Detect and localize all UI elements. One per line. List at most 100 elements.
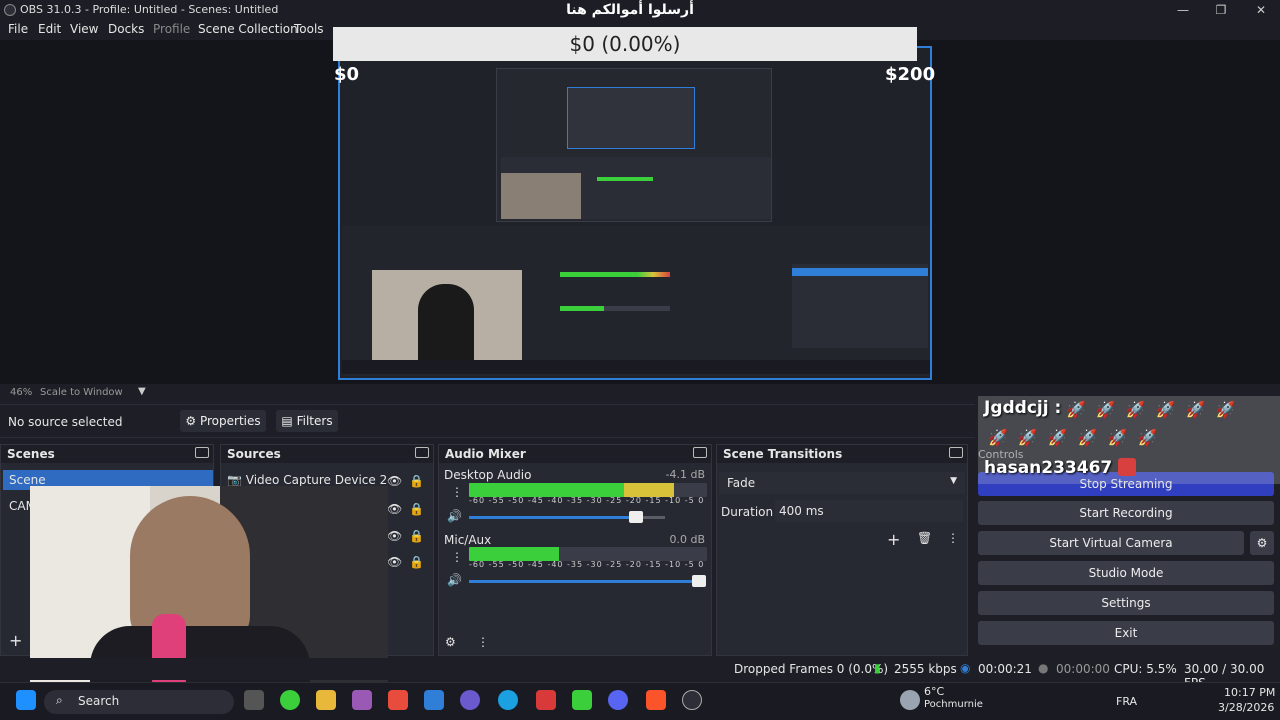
filters-button[interactable]: ▤ Filters <box>276 410 338 432</box>
chevron-down-icon: ▼ <box>950 476 957 486</box>
filter-icon: ▤ <box>281 414 293 428</box>
donation-goal-bar: $0 (0.00%) <box>333 27 917 61</box>
rocket-emojis-icon: 🚀🚀🚀🚀🚀🚀 <box>988 428 1168 447</box>
obs-taskbar-icon[interactable] <box>682 690 702 710</box>
weather-icon <box>900 690 920 710</box>
menu-profile[interactable]: Profile <box>153 22 190 36</box>
clock-date[interactable]: 3/28/2026 <box>1218 701 1274 714</box>
add-scene-button[interactable]: + <box>9 631 22 650</box>
float-dock-icon[interactable] <box>949 447 963 458</box>
angry-emoji-icon <box>1118 458 1136 476</box>
chevron-down-icon[interactable]: ▼ <box>138 386 146 397</box>
taskbar-search[interactable]: ⌕ Search <box>44 690 234 714</box>
mic-volume-handle[interactable] <box>692 575 706 587</box>
speaker-icon[interactable]: 🔊 <box>447 573 462 587</box>
duration-input[interactable]: 400 ms <box>775 500 963 522</box>
windows-taskbar: ⌕ Search 6°C Pochmurnie FRA 10:17 PM 3/2… <box>0 682 1280 720</box>
kebab-menu-icon[interactable]: ⋮ <box>451 485 463 499</box>
windows-start-icon[interactable] <box>16 690 36 710</box>
mic-volume-slider[interactable] <box>469 580 699 583</box>
rocket-emojis-icon: 🚀🚀🚀🚀🚀🚀 <box>1066 400 1246 419</box>
exit-button[interactable]: Exit <box>978 621 1274 645</box>
float-dock-icon[interactable] <box>693 447 707 458</box>
channel-db-desktop: -4.1 dB <box>665 468 706 481</box>
goal-end-label: $200 <box>885 64 936 85</box>
minimize-button[interactable]: — <box>1168 2 1198 18</box>
audio-mixer-header: Audio Mixer <box>439 445 711 463</box>
nested-obs-ui <box>501 157 771 219</box>
program-canvas[interactable] <box>338 46 932 380</box>
menu-file[interactable]: File <box>8 22 28 36</box>
lock-icon[interactable]: 🔒 <box>409 502 424 516</box>
duration-value: 400 ms <box>779 504 824 518</box>
obs-logo-icon <box>4 4 16 16</box>
cpu-usage: CPU: 5.5% <box>1114 662 1177 676</box>
studio-mode-label: Studio Mode <box>1088 566 1164 580</box>
kebab-menu-icon[interactable]: ⋮ <box>451 550 463 564</box>
kebab-menu-icon[interactable]: ⋮ <box>477 635 489 649</box>
menu-edit[interactable]: Edit <box>38 22 61 36</box>
stream-header-text: أرسلوا أموالكم هنا <box>566 2 694 18</box>
record-icon: ● <box>1038 661 1049 675</box>
eye-icon[interactable]: 👁 <box>387 529 402 543</box>
language-indicator[interactable]: FRA <box>1116 695 1137 708</box>
virtual-camera-settings-gear-icon[interactable]: ⚙ <box>1250 531 1274 555</box>
meter-scale: -60 -55 -50 -45 -40 -35 -30 -25 -20 -15 … <box>469 496 705 505</box>
clock-time[interactable]: 10:17 PM <box>1224 686 1275 699</box>
menu-view[interactable]: View <box>70 22 98 36</box>
app-icon-purple[interactable] <box>352 690 372 710</box>
eye-icon[interactable]: 👁 <box>387 502 402 516</box>
brave-icon[interactable] <box>646 690 666 710</box>
menu-tools[interactable]: Tools <box>294 22 324 36</box>
task-view-icon[interactable] <box>244 690 264 710</box>
search-icon: ⌕ <box>56 693 63 707</box>
app-icon-green[interactable] <box>280 690 300 710</box>
transition-select[interactable]: Fade ▼ <box>719 472 965 494</box>
file-explorer-icon[interactable] <box>316 690 336 710</box>
lock-icon[interactable]: 🔒 <box>409 555 424 569</box>
signal-icon: ▮ <box>874 661 881 675</box>
eye-icon[interactable]: 👁 <box>387 474 402 488</box>
desktop-audio-meter <box>469 483 707 497</box>
stream-time: 00:00:21 <box>978 662 1032 676</box>
kebab-menu-icon[interactable]: ⋮ <box>947 531 959 545</box>
trash-icon[interactable]: 🗑 <box>917 531 932 545</box>
duration-label: Duration <box>721 505 774 519</box>
lock-icon[interactable]: 🔒 <box>409 474 424 488</box>
camera-icon: 📷 <box>227 473 242 487</box>
edge-icon[interactable] <box>498 690 518 710</box>
menu-scene-collection[interactable]: Scene Collection <box>198 22 298 36</box>
start-virtual-camera-button[interactable]: Start Virtual Camera <box>978 531 1244 555</box>
app-icon-lime[interactable] <box>572 690 592 710</box>
desktop-volume-handle[interactable] <box>628 511 643 523</box>
start-recording-button[interactable]: Start Recording <box>978 501 1274 525</box>
exit-label: Exit <box>1114 626 1138 640</box>
status-bar: Dropped Frames 0 (0.0%) ▮ 2555 kbps ◉ 00… <box>0 658 1280 690</box>
app-icon-red[interactable] <box>388 690 408 710</box>
settings-button[interactable]: Settings <box>978 591 1274 615</box>
studio-mode-button[interactable]: Studio Mode <box>978 561 1274 585</box>
nested-webcam <box>501 173 581 219</box>
restore-button[interactable]: ❐ <box>1206 2 1236 18</box>
float-dock-icon[interactable] <box>415 447 429 458</box>
properties-button[interactable]: ⚙ Properties <box>180 410 266 432</box>
eye-icon[interactable]: 👁 <box>387 555 402 569</box>
discord-icon[interactable] <box>608 690 628 710</box>
store-icon[interactable] <box>424 690 444 710</box>
speaker-icon[interactable]: 🔊 <box>447 509 462 523</box>
advanced-audio-gear-icon[interactable]: ⚙ <box>445 635 456 649</box>
close-button[interactable]: ✕ <box>1246 2 1276 18</box>
app-icon-wps[interactable] <box>536 690 556 710</box>
search-label: Search <box>78 694 120 708</box>
app-icon-violet[interactable] <box>460 690 480 710</box>
nested-obs-window <box>342 226 930 376</box>
settings-label: Settings <box>1101 596 1151 610</box>
lock-icon[interactable]: 🔒 <box>409 529 424 543</box>
source-item-label: Video Capture Device 2 <box>245 473 388 487</box>
nested-mic-meter <box>560 306 670 311</box>
add-transition-icon[interactable]: + <box>887 530 900 549</box>
scale-mode-select[interactable]: Scale to Window <box>40 387 123 398</box>
person-silhouette <box>418 284 474 366</box>
float-dock-icon[interactable] <box>195 447 209 458</box>
menu-docks[interactable]: Docks <box>108 22 144 36</box>
